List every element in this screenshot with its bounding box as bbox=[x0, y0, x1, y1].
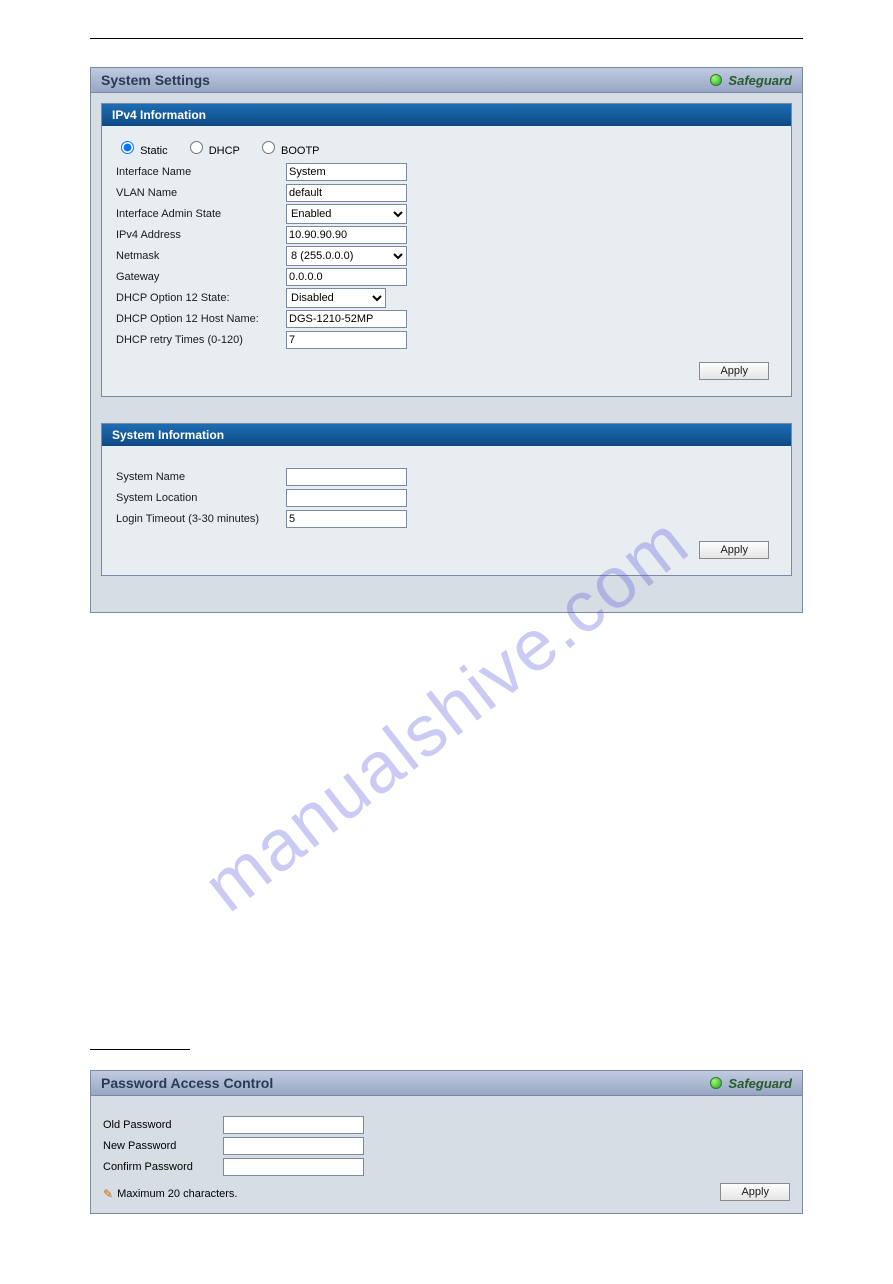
login-timeout-label: Login Timeout (3-30 minutes) bbox=[116, 513, 286, 525]
radio-static-label: Static bbox=[140, 145, 168, 157]
radio-bootp[interactable]: BOOTP bbox=[257, 145, 320, 157]
panel-password-access-control: Password Access Control Safeguard Old Pa… bbox=[90, 1070, 803, 1214]
section-header-sysinfo: System Information bbox=[102, 424, 791, 446]
dhcp12-host-input[interactable] bbox=[286, 310, 407, 328]
new-password-label: New Password bbox=[103, 1140, 223, 1152]
pencil-icon: ✎ bbox=[103, 1187, 113, 1201]
safeguard-label-2: Safeguard bbox=[728, 1076, 792, 1091]
system-location-label: System Location bbox=[116, 492, 286, 504]
netmask-label: Netmask bbox=[116, 250, 286, 262]
panel-body: IPv4 Information Static DHCP BOOTP Inter… bbox=[91, 93, 802, 612]
safeguard-badge-2: Safeguard bbox=[710, 1076, 792, 1091]
page-title: System Settings bbox=[101, 72, 210, 88]
safeguard-icon bbox=[710, 74, 722, 86]
apply-button-password[interactable]: Apply bbox=[720, 1183, 790, 1201]
old-password-input[interactable] bbox=[223, 1116, 364, 1134]
ipv4-address-label: IPv4 Address bbox=[116, 229, 286, 241]
dhcp12-state-select[interactable]: Disabled bbox=[286, 288, 386, 308]
vlan-name-input[interactable] bbox=[286, 184, 407, 202]
dhcp12-host-label: DHCP Option 12 Host Name: bbox=[116, 313, 286, 325]
radio-bootp-label: BOOTP bbox=[281, 145, 320, 157]
section-header-ipv4: IPv4 Information bbox=[102, 104, 791, 126]
gateway-input[interactable] bbox=[286, 268, 407, 286]
dhcp-retry-label: DHCP retry Times (0-120) bbox=[116, 334, 286, 346]
confirm-password-label: Confirm Password bbox=[103, 1161, 223, 1173]
ip-mode-radio-group: Static DHCP BOOTP bbox=[116, 138, 777, 157]
mid-spacer: manualshive.com bbox=[90, 643, 803, 1033]
system-name-label: System Name bbox=[116, 471, 286, 483]
radio-dhcp-input[interactable] bbox=[190, 141, 203, 154]
section-divider-underline bbox=[90, 1033, 190, 1050]
apply-button-ipv4[interactable]: Apply bbox=[699, 362, 769, 380]
radio-dhcp[interactable]: DHCP bbox=[185, 145, 240, 157]
section-body-sysinfo: System Name System Location Login Timeou… bbox=[102, 446, 791, 575]
dhcp-retry-input[interactable] bbox=[286, 331, 407, 349]
admin-state-label: Interface Admin State bbox=[116, 208, 286, 220]
new-password-input[interactable] bbox=[223, 1137, 364, 1155]
confirm-password-input[interactable] bbox=[223, 1158, 364, 1176]
panel-header-system-settings: System Settings Safeguard bbox=[91, 68, 802, 93]
section-ipv4-information: IPv4 Information Static DHCP BOOTP Inter… bbox=[101, 103, 792, 397]
panel-system-settings: System Settings Safeguard IPv4 Informati… bbox=[90, 67, 803, 613]
panel-body-password: Old Password New Password Confirm Passwo… bbox=[91, 1096, 802, 1213]
old-password-label: Old Password bbox=[103, 1119, 223, 1131]
login-timeout-input[interactable] bbox=[286, 510, 407, 528]
radio-bootp-input[interactable] bbox=[262, 141, 275, 154]
password-note: ✎ Maximum 20 characters. bbox=[103, 1187, 238, 1201]
ipv4-address-input[interactable] bbox=[286, 226, 407, 244]
interface-name-label: Interface Name bbox=[116, 166, 286, 178]
radio-dhcp-label: DHCP bbox=[209, 145, 240, 157]
apply-button-sysinfo[interactable]: Apply bbox=[699, 541, 769, 559]
radio-static[interactable]: Static bbox=[116, 145, 168, 157]
section-system-information: System Information System Name System Lo… bbox=[101, 423, 792, 576]
section-body-ipv4: Static DHCP BOOTP Interface Name VLAN Na… bbox=[102, 126, 791, 396]
vlan-name-label: VLAN Name bbox=[116, 187, 286, 199]
gateway-label: Gateway bbox=[116, 271, 286, 283]
panel-header-password: Password Access Control Safeguard bbox=[91, 1071, 802, 1096]
page-title-password: Password Access Control bbox=[101, 1075, 273, 1091]
dhcp12-state-label: DHCP Option 12 State: bbox=[116, 292, 286, 304]
safeguard-icon-2 bbox=[710, 1077, 722, 1089]
radio-static-input[interactable] bbox=[121, 141, 134, 154]
password-note-text: Maximum 20 characters. bbox=[117, 1188, 237, 1200]
admin-state-select[interactable]: Enabled bbox=[286, 204, 407, 224]
interface-name-input[interactable] bbox=[286, 163, 407, 181]
system-name-input[interactable] bbox=[286, 468, 407, 486]
divider-top bbox=[90, 38, 803, 39]
safeguard-label: Safeguard bbox=[728, 73, 792, 88]
system-location-input[interactable] bbox=[286, 489, 407, 507]
netmask-select[interactable]: 8 (255.0.0.0) bbox=[286, 246, 407, 266]
safeguard-badge: Safeguard bbox=[710, 73, 792, 88]
